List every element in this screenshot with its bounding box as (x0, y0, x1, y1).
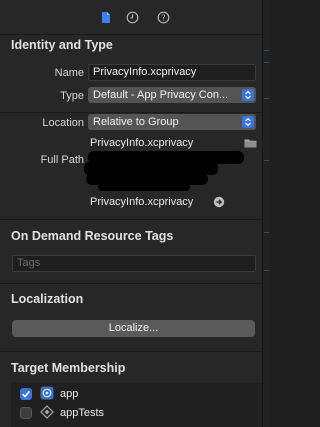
type-label: Type (60, 90, 84, 102)
location-popup[interactable]: Relative to Group (88, 114, 256, 130)
name-field[interactable]: PrivacyInfo.xcprivacy (88, 64, 256, 81)
identity-section-title: Identity and Type (11, 38, 113, 52)
membership-section-title: Target Membership (11, 361, 126, 375)
edge-mark (264, 62, 269, 63)
popup-arrows-icon (242, 89, 254, 101)
editor-edge (263, 0, 270, 427)
section-divider (0, 351, 262, 352)
location-popup-value: Relative to Group (93, 116, 179, 128)
popup-arrows-icon (242, 116, 254, 128)
file-icon[interactable] (99, 11, 112, 24)
edge-mark (264, 160, 269, 161)
tags-field[interactable]: Tags (12, 255, 256, 272)
location-file-name: PrivacyInfo.xcprivacy (90, 137, 194, 149)
full-path-label: Full Path (40, 154, 84, 166)
localize-button[interactable]: Localize... (12, 320, 255, 337)
test-target-icon (40, 405, 54, 419)
section-divider (0, 283, 262, 284)
identity-divider (0, 112, 262, 113)
file-inspector: ? Identity and Type Name PrivacyInfo.xcp… (0, 0, 263, 427)
tags-section-title: On Demand Resource Tags (11, 229, 174, 243)
name-label: Name (54, 67, 84, 79)
location-label: Location (42, 117, 84, 129)
help-icon[interactable]: ? (157, 11, 170, 24)
redacted-path (98, 183, 190, 191)
target-apptests-checkbox[interactable] (20, 407, 32, 419)
type-popup[interactable]: Default - App Privacy Con... (88, 87, 256, 103)
app-target-icon (40, 386, 54, 400)
reveal-arrow-icon[interactable] (213, 196, 225, 208)
target-app-checkbox[interactable] (20, 388, 32, 400)
localization-section-title: Localization (11, 292, 84, 306)
type-popup-value: Default - App Privacy Con... (93, 89, 229, 101)
edge-mark (264, 98, 269, 99)
edge-mark (264, 232, 269, 233)
svg-text:?: ? (161, 13, 165, 22)
edge-mark (264, 270, 269, 271)
inspector-toolbar: ? (0, 0, 262, 35)
target-app-label: app (60, 388, 79, 400)
edge-mark (264, 50, 269, 51)
target-apptests-label: appTests (60, 407, 105, 419)
section-divider (0, 219, 262, 220)
history-icon[interactable] (126, 11, 139, 24)
full-path-file-name: PrivacyInfo.xcprivacy (90, 196, 194, 208)
folder-icon[interactable] (244, 138, 257, 148)
